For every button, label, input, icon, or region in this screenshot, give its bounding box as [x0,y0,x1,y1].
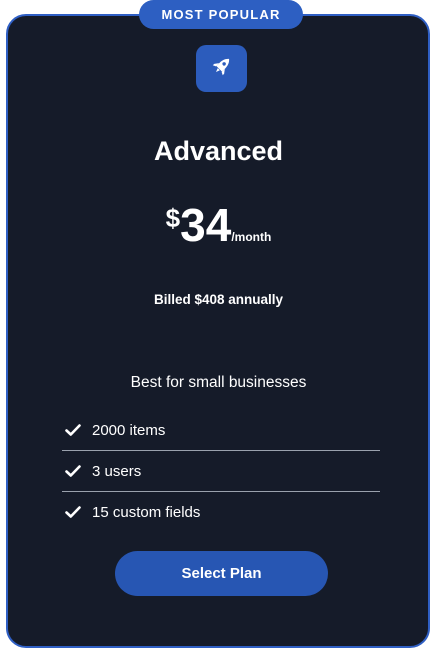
feature-item: 2000 items [62,410,380,451]
feature-list: 2000 items 3 users 15 custom fields [62,410,380,532]
price-amount: 34 [180,199,232,251]
select-plan-button[interactable]: Select Plan [115,551,328,596]
check-icon [64,421,82,439]
plan-icon-container [196,45,247,92]
rocket-icon [210,54,234,83]
most-popular-badge: MOST POPULAR [139,0,303,29]
price-currency: $ [165,203,181,233]
feature-label: 15 custom fields [92,503,201,521]
feature-label: 2000 items [92,421,166,439]
feature-item: 3 users [62,451,380,492]
feature-item: 15 custom fields [62,492,380,532]
feature-label: 3 users [92,462,142,480]
billing-note: Billed $408 annually [153,292,284,307]
check-icon [64,503,82,521]
check-icon [64,462,82,480]
plan-description: Best for small businesses [130,374,307,391]
plan-title: Advanced [153,136,284,166]
price-period: /month [231,230,272,244]
price: $34/month [0,197,437,253]
